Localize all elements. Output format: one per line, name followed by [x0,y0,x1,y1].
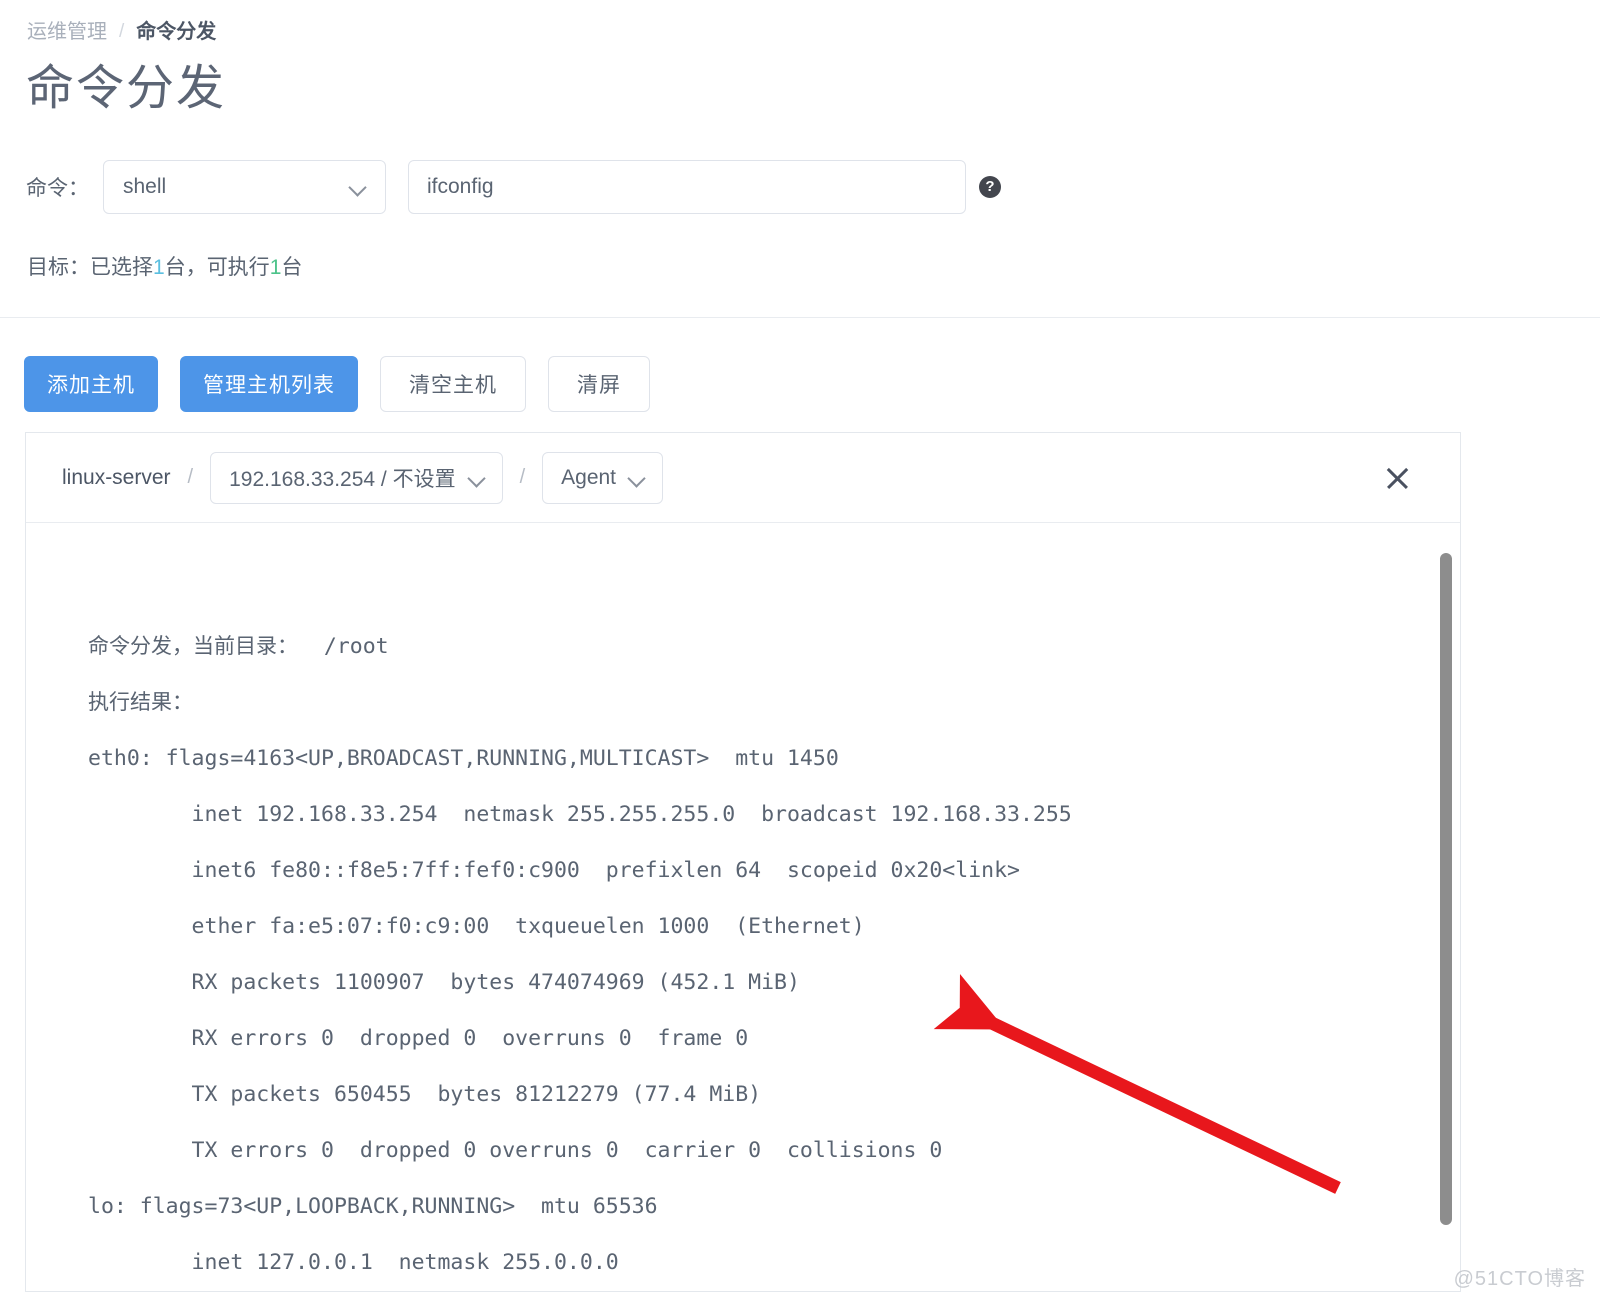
watermark: @51CTO博客 [1453,1268,1586,1290]
target-executable-suffix: 台 [281,256,303,279]
breadcrumb-separator: / [119,21,125,42]
help-icon[interactable]: ? [979,176,1001,198]
host-address-select[interactable]: 192.168.33.254 / 不设置 [210,451,503,504]
target-selected-count: 1 [153,256,165,279]
breadcrumb-current: 命令分发 [136,21,217,43]
console-line: eth0: flags=4163<UP,BROADCAST,RUNNING,MU… [88,746,839,771]
console-line: TX packets 650455 bytes 81212279 (77.4 M… [88,1082,762,1107]
target-selected-suffix: 台， [164,256,207,279]
host-name: linux-server [62,465,171,489]
target-executable-prefix: 可执行 [206,256,270,279]
breadcrumb-parent[interactable]: 运维管理 [27,18,107,46]
command-type-select[interactable]: shell [103,160,386,214]
toolbar: 添加主机 管理主机列表 清空主机 清屏 [24,356,650,412]
close-icon[interactable] [1382,463,1412,493]
target-selected-prefix: 已选择 [90,256,153,279]
host-mode-select[interactable]: Agent [542,451,664,504]
console-line: 执行结果： [88,691,193,714]
console-panel: linux-server / 192.168.33.254 / 不设置 / Ag… [25,432,1461,1292]
breadcrumb: 运维管理 / 命令分发 [27,18,216,46]
host-address-value: 192.168.33.254 / 不设置 [229,467,456,491]
console-line: inet 192.168.33.254 netmask 255.255.255.… [88,802,1072,827]
target-executable-count: 1 [269,256,282,279]
command-type-value: shell [123,175,167,198]
console-line: RX errors 0 dropped 0 overruns 0 frame 0 [88,1026,749,1051]
target-label: 目标： [27,256,90,279]
chevron-down-icon [468,472,488,484]
clear-screen-button[interactable]: 清屏 [548,356,650,412]
console-output: 命令分发，当前目录： /root 执行结果： eth0: flags=4163<UP… [26,523,1460,1291]
command-label: 命令： [26,177,89,200]
manage-host-list-button[interactable]: 管理主机列表 [180,356,358,412]
console-panel-header: linux-server / 192.168.33.254 / 不设置 / Ag… [26,433,1460,523]
console-scrollbar-track[interactable] [1440,523,1452,1291]
clear-hosts-button[interactable]: 清空主机 [380,356,526,412]
console-line: RX packets 1100907 bytes 474074969 (452.… [88,970,800,995]
page-title: 命令分发 [26,62,227,115]
chevron-down-icon [628,472,648,484]
console-line: ether fa:e5:07:f0:c9:00 txqueuelen 1000 … [88,914,865,939]
console-line: inet6 fe80::f8e5:7ff:fef0:c900 prefixlen… [88,858,1020,883]
console-output-lines: 命令分发，当前目录： /root 执行结果： eth0: flags=4163<UP… [26,523,1460,1291]
console-line: 命令分发，当前目录： /root [88,634,389,659]
console-line: TX errors 0 dropped 0 overruns 0 carrier… [88,1138,943,1163]
console-line: inet 127.0.0.1 netmask 255.0.0.0 [88,1250,619,1275]
console-line: lo: flags=73<UP,LOOPBACK,RUNNING> mtu 65… [88,1194,658,1219]
command-form: 命令： shell ? [26,160,1001,214]
host-separator-1: / [187,466,194,488]
command-input[interactable] [408,160,966,214]
target-summary: 目标：已选择1台，可执行1台 [27,254,302,282]
section-divider [0,317,1600,318]
chevron-down-icon [349,181,369,193]
add-host-button[interactable]: 添加主机 [24,356,158,412]
host-separator-2: / [519,466,526,488]
host-mode-value: Agent [561,465,617,489]
console-scrollbar-thumb[interactable] [1440,553,1452,1225]
